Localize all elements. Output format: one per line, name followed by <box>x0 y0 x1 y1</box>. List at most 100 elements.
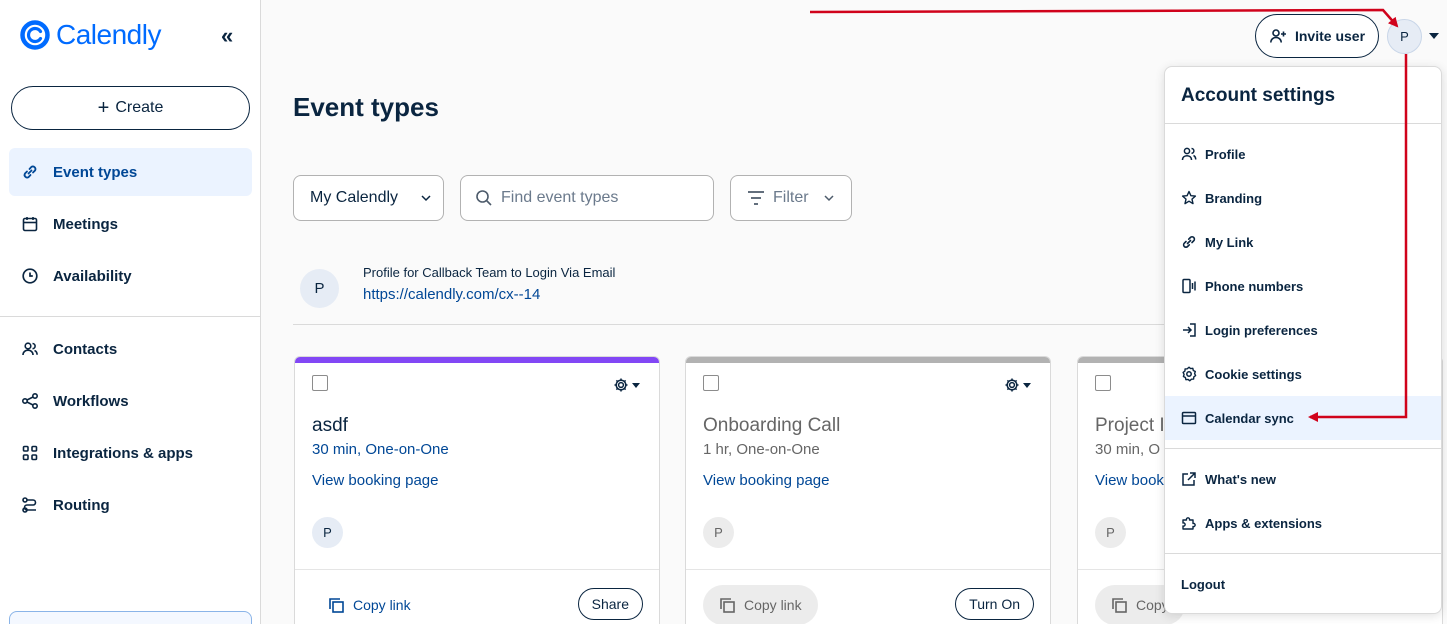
account-avatar[interactable]: P <box>1387 19 1422 54</box>
event-title: Project I <box>1095 415 1165 436</box>
card-checkbox[interactable] <box>1095 375 1111 391</box>
phone-icon <box>1182 278 1196 294</box>
create-button[interactable]: + Create <box>11 86 250 130</box>
sidebar-item-label: Routing <box>53 496 110 514</box>
copy-icon <box>1112 597 1127 613</box>
card-divider <box>295 569 659 570</box>
search-input[interactable] <box>501 189 701 207</box>
sidebar-item-label: Event types <box>53 163 138 181</box>
copy-link-button[interactable]: Copy link <box>703 585 818 624</box>
chevron-down-icon <box>421 195 431 202</box>
invite-user-label: Invite user <box>1294 28 1366 44</box>
login-icon <box>1183 323 1196 337</box>
external-link-icon <box>1182 472 1196 486</box>
view-booking-page-link[interactable]: View booking page <box>312 472 439 489</box>
search-icon <box>476 190 492 206</box>
profile-link[interactable]: https://calendly.com/cx--14 <box>363 286 540 303</box>
logout-menu-item[interactable]: Logout <box>1165 562 1441 606</box>
card-divider <box>686 569 1050 570</box>
calendly-logo[interactable]: Calendly <box>20 19 161 51</box>
gear-icon <box>1005 378 1019 392</box>
sidebar: Calendly « + Create Event types Meetings… <box>0 0 261 624</box>
menu-item-label: Apps & extensions <box>1205 515 1323 531</box>
gear-icon <box>614 378 628 392</box>
card-settings-button[interactable] <box>1004 377 1031 393</box>
copy-icon <box>720 597 735 613</box>
logo-text: Calendly <box>56 19 161 50</box>
caret-down-icon <box>632 382 640 388</box>
event-meta: 30 min, O <box>1095 441 1161 458</box>
calendar-select[interactable]: My Calendly <box>293 175 444 221</box>
filter-button[interactable]: Filter <box>730 175 852 221</box>
menu-item-phone-numbers[interactable]: Phone numbers <box>1165 264 1441 308</box>
view-booking-page-link[interactable]: View book <box>1095 472 1164 489</box>
menu-item-branding[interactable]: Branding <box>1165 176 1441 220</box>
menu-item-label: Profile <box>1205 146 1246 162</box>
menu-item-cookie-settings[interactable]: Cookie settings <box>1165 352 1441 396</box>
view-booking-page-link[interactable]: View booking page <box>703 472 830 489</box>
calendar-icon <box>22 217 38 232</box>
sidebar-item-label: Workflows <box>53 392 129 410</box>
event-title: Onboarding Call <box>703 415 841 436</box>
menu-item-label: Cookie settings <box>1205 366 1302 382</box>
menu-item-label: What's new <box>1205 471 1276 487</box>
profile-avatar: P <box>300 269 339 308</box>
copy-link-button[interactable]: Copy link <box>312 585 427 624</box>
event-type-card[interactable]: asdf 30 min, One-on-One View booking pag… <box>294 356 660 624</box>
workflow-icon <box>21 392 39 410</box>
sidebar-item-availability[interactable]: Availability <box>9 252 252 300</box>
menu-item-whats-new[interactable]: What's new <box>1165 457 1441 501</box>
event-title: asdf <box>312 415 348 436</box>
double-chevron-left-icon[interactable]: « <box>221 24 233 48</box>
profile-icon <box>1181 147 1197 161</box>
host-avatar: P <box>703 517 734 548</box>
search-field[interactable] <box>460 175 714 221</box>
add-user-icon <box>1269 29 1286 43</box>
star-icon <box>1181 190 1197 205</box>
chevron-down-icon[interactable] <box>1429 33 1439 39</box>
sidebar-item-routing[interactable]: Routing <box>9 481 252 529</box>
host-avatar: P <box>1095 517 1126 548</box>
card-settings-button[interactable] <box>613 377 640 393</box>
sidebar-item-contacts[interactable]: Contacts <box>9 325 252 373</box>
sidebar-upgrade-banner[interactable] <box>9 611 252 624</box>
event-meta: 30 min, One-on-One <box>312 441 449 458</box>
menu-item-apps-extensions[interactable]: Apps & extensions <box>1165 501 1441 545</box>
section-divider <box>293 324 1173 325</box>
turn-on-button[interactable]: Turn On <box>955 588 1034 620</box>
filter-label: Filter <box>773 189 809 206</box>
create-label: Create <box>115 99 164 116</box>
menu-title: Account settings <box>1181 85 1336 106</box>
share-button[interactable]: Share <box>577 588 643 620</box>
sidebar-item-workflows[interactable]: Workflows <box>9 377 252 425</box>
contacts-icon <box>22 342 38 356</box>
sidebar-item-event-types[interactable]: Event types <box>9 148 252 196</box>
menu-item-my-link[interactable]: My Link <box>1165 220 1441 264</box>
menu-item-label: Calendar sync <box>1205 410 1294 426</box>
calendar-select-value: My Calendly <box>310 189 399 206</box>
menu-divider <box>1165 553 1441 554</box>
link-icon <box>1182 236 1196 248</box>
clock-icon <box>22 268 38 284</box>
sidebar-item-meetings[interactable]: Meetings <box>9 200 252 248</box>
menu-item-label: Login preferences <box>1205 322 1318 338</box>
page-title: Event types <box>293 92 439 122</box>
copy-link-label: Copy link <box>744 597 802 613</box>
card-accent-bar <box>686 357 1050 363</box>
card-accent-bar <box>295 357 659 363</box>
cookie-gear-icon <box>1182 366 1197 382</box>
invite-user-button[interactable]: Invite user <box>1255 14 1379 58</box>
menu-item-login-preferences[interactable]: Login preferences <box>1165 308 1441 352</box>
sidebar-item-integrations[interactable]: Integrations & apps <box>9 429 252 477</box>
card-checkbox[interactable] <box>703 375 719 391</box>
menu-item-calendar-sync[interactable]: Calendar sync <box>1165 396 1441 440</box>
event-type-card[interactable]: Onboarding Call 1 hr, One-on-One View bo… <box>685 356 1051 624</box>
menu-item-profile[interactable]: Profile <box>1165 132 1441 176</box>
account-settings-menu: Account settings Profile Branding My Lin… <box>1164 66 1442 614</box>
puzzle-icon <box>1182 517 1196 530</box>
menu-item-label: Phone numbers <box>1205 278 1304 294</box>
sidebar-item-label: Integrations & apps <box>53 444 194 462</box>
host-avatar: P <box>312 517 343 548</box>
routing-icon <box>22 497 37 513</box>
card-checkbox[interactable] <box>312 375 328 391</box>
